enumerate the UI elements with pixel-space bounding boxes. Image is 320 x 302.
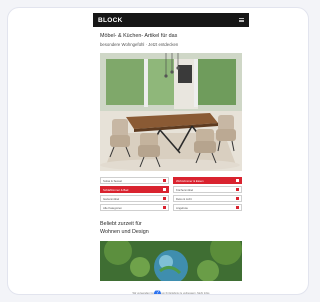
category-tile[interactable]: Küchenmöbel <box>173 186 242 193</box>
section-title-line1: Beliebt zurzeit für <box>100 221 142 227</box>
help-button[interactable]: ? <box>154 290 161 295</box>
hamburger-menu-icon[interactable] <box>239 18 244 22</box>
cookie-banner: Wir verwenden Cookies, um Ihr Erlebnis z… <box>100 292 242 295</box>
category-tile[interactable]: Schlafzimmer & Bad <box>100 186 169 193</box>
cookie-text: Wir verwenden Cookies, um Ihr Erlebnis z… <box>132 292 210 295</box>
globe-nature-photo <box>100 241 242 281</box>
mobile-page: BLOCK Möbel- & Küchen- Artikel für das b… <box>93 13 249 295</box>
category-tile[interactable]: Angebote <box>173 204 242 211</box>
category-tile[interactable]: Alle Kategorien <box>100 204 169 211</box>
site-logo[interactable]: BLOCK <box>98 17 123 24</box>
category-label: Gartenmöbel <box>103 196 120 201</box>
category-label: Deko & Licht <box>176 196 192 201</box>
arrow-icon <box>162 205 166 210</box>
category-tile[interactable]: Sofas & Sessel <box>100 177 169 184</box>
category-grid: Sofas & Sessel Wohnzimmer & Essen Schlaf… <box>100 177 242 211</box>
category-label: Angebote <box>176 205 188 210</box>
hero-image[interactable] <box>100 53 242 171</box>
section-image[interactable] <box>100 241 242 281</box>
category-tile[interactable]: Wohnzimmer & Essen <box>173 177 242 184</box>
category-tile[interactable]: Deko & Licht <box>173 195 242 202</box>
help-icon: ? <box>156 290 159 295</box>
category-tile[interactable]: Gartenmöbel <box>100 195 169 202</box>
page-title-line1: Möbel- & Küchen- Artikel für das <box>100 33 178 39</box>
arrow-icon <box>235 196 239 201</box>
arrow-icon <box>162 187 166 192</box>
section-title-line2: Wohnen und Design <box>100 228 149 235</box>
section-title: Beliebt zurzeit für Wohnen und Design <box>93 211 249 236</box>
page-title: Möbel- & Küchen- Artikel für das besonde… <box>93 27 249 48</box>
dining-room-photo <box>100 53 242 171</box>
page-title-line2: besondere Wohngefühl · Jetzt entdecken <box>100 41 179 47</box>
arrow-icon <box>162 178 166 183</box>
arrow-icon <box>162 196 166 201</box>
category-label: Alle Kategorien <box>103 205 122 210</box>
category-label: Wohnzimmer & Essen <box>176 178 204 183</box>
arrow-icon <box>235 187 239 192</box>
arrow-icon <box>235 178 239 183</box>
arrow-icon <box>235 205 239 210</box>
category-label: Küchenmöbel <box>176 187 194 192</box>
category-label: Schlafzimmer & Bad <box>103 187 129 192</box>
site-header: BLOCK <box>93 13 249 27</box>
preview-card: BLOCK Möbel- & Küchen- Artikel für das b… <box>7 7 309 295</box>
category-label: Sofas & Sessel <box>103 178 122 183</box>
